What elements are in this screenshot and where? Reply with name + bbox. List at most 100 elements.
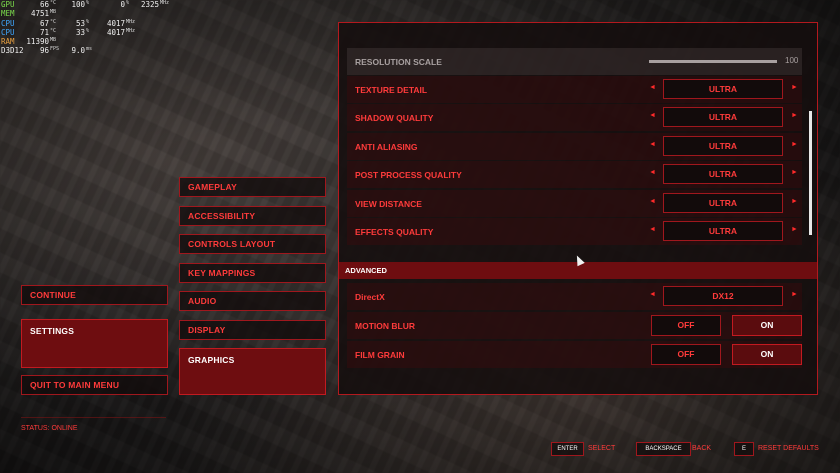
osd-u1: °C — [50, 0, 57, 6]
graphics-option-row: VIEW DISTANCE ◄ ULTRA ► — [347, 190, 802, 217]
option-label: EFFECTS QUALITY — [355, 227, 434, 237]
resolution-scale-slider[interactable] — [649, 60, 777, 63]
arrow-left-icon[interactable]: ◄ — [649, 112, 656, 119]
graphics-option-row: ANTI ALIASING ◄ ULTRA ► — [347, 133, 802, 160]
category-label: GAMEPLAY — [188, 182, 237, 192]
option-label: ANTI ALIASING — [355, 142, 418, 152]
motion-blur-on-button[interactable]: ON — [732, 315, 802, 336]
motion-blur-label: MOTION BLUR — [355, 321, 415, 331]
osd-v1: 67 — [39, 18, 49, 28]
directx-row: DirectX ◄ DX12 ► — [347, 283, 802, 310]
osd-v1: 11390 — [26, 37, 49, 47]
option-value[interactable]: ULTRA — [663, 221, 783, 241]
quit-to-main-menu-button[interactable]: QUIT TO MAIN MENU — [21, 375, 168, 395]
osd-v3: 4017 — [106, 27, 125, 37]
arrow-left-icon[interactable]: ◄ — [649, 291, 656, 298]
category-label: AUDIO — [188, 296, 217, 306]
resolution-scale-row: RESOLUTION SCALE 100 — [347, 48, 802, 75]
osd-v1: 96 — [39, 46, 49, 56]
option-label: VIEW DISTANCE — [355, 199, 422, 209]
osd-label: D3D12 — [1, 46, 24, 56]
osd-u1: MB — [50, 9, 57, 16]
category-label: GRAPHICS — [188, 355, 235, 365]
osd-label: CPU — [1, 27, 15, 37]
settings-label: SETTINGS — [30, 326, 75, 336]
category-label: CONTROLS LAYOUT — [188, 239, 276, 249]
osd-v1: 4751 — [30, 9, 49, 19]
advanced-label: ADVANCED — [345, 266, 387, 275]
option-label: TEXTURE DETAIL — [355, 85, 428, 95]
category-accessibility[interactable]: ACCESSIBILITY — [179, 206, 326, 226]
arrow-right-icon[interactable]: ► — [791, 226, 798, 233]
osd-v2: 53 — [75, 18, 85, 28]
backspace-key-icon: BACKSPACE — [636, 442, 691, 456]
graphics-settings-panel: RESOLUTION SCALE 100 TEXTURE DETAIL ◄ ULTR… — [338, 22, 818, 395]
option-value[interactable]: ULTRA — [663, 107, 783, 127]
arrow-left-icon[interactable]: ◄ — [649, 198, 656, 205]
option-value[interactable]: ULTRA — [663, 79, 783, 99]
arrow-right-icon[interactable]: ► — [791, 84, 798, 91]
osd-row: D3D12 96 FPS 9.0 ms — [1, 46, 171, 55]
osd-u3: MHz — [126, 18, 136, 25]
osd-row: CPU 71 °C 33% 4017 MHz — [1, 28, 171, 37]
osd-label: MEM — [1, 9, 15, 19]
category-display[interactable]: DISPLAY — [179, 320, 326, 340]
osd-v2: 33 — [75, 27, 85, 37]
osd-u1: °C — [50, 18, 57, 25]
arrow-left-icon[interactable]: ◄ — [649, 84, 656, 91]
graphics-option-row: POST PROCESS QUALITY ◄ ULTRA ► — [347, 161, 802, 188]
e-key-icon: E — [734, 442, 754, 456]
category-gameplay[interactable]: GAMEPLAY — [179, 177, 326, 197]
osd-v1: 66 — [39, 0, 49, 9]
settings-button[interactable]: SETTINGS — [21, 319, 168, 368]
osd-u4: MHz — [160, 0, 170, 6]
category-key-mappings[interactable]: KEY MAPPINGS — [179, 263, 326, 283]
motion-blur-row: MOTION BLUR OFF ON — [347, 312, 802, 339]
category-label: ACCESSIBILITY — [188, 211, 256, 221]
osd-v2: 100 — [71, 0, 85, 9]
option-value[interactable]: ULTRA — [663, 136, 783, 156]
scrollbar[interactable] — [809, 111, 812, 235]
category-graphics[interactable]: GRAPHICS — [179, 348, 326, 395]
arrow-left-icon[interactable]: ◄ — [649, 141, 656, 148]
back-prompt[interactable]: BACK — [692, 445, 711, 452]
graphics-option-row: SHADOW QUALITY ◄ ULTRA ► — [347, 104, 802, 131]
film-grain-label: FILM GRAIN — [355, 350, 405, 360]
osd-v3: 4017 — [106, 18, 125, 28]
continue-label: CONTINUE — [30, 290, 76, 300]
arrow-left-icon[interactable]: ◄ — [649, 169, 656, 176]
arrow-right-icon[interactable]: ► — [791, 198, 798, 205]
option-value[interactable]: ULTRA — [663, 193, 783, 213]
reset-defaults-prompt[interactable]: RESET DEFAULTS — [758, 445, 819, 452]
select-prompt[interactable]: SELECT — [588, 445, 615, 452]
arrow-left-icon[interactable]: ◄ — [649, 226, 656, 233]
osd-label: RAM — [1, 37, 15, 47]
option-label: SHADOW QUALITY — [355, 113, 434, 123]
osd-v3: 0 — [120, 0, 125, 9]
resolution-scale-value: 100 — [785, 56, 799, 65]
directx-label: DirectX — [355, 292, 385, 302]
film-grain-on-button[interactable]: ON — [732, 344, 802, 365]
divider — [21, 417, 166, 418]
arrow-right-icon[interactable]: ► — [791, 291, 798, 298]
motion-blur-off-button[interactable]: OFF — [651, 315, 721, 336]
status-text: STATUS: ONLINE — [21, 425, 78, 432]
film-grain-off-button[interactable]: OFF — [651, 344, 721, 365]
graphics-option-row: EFFECTS QUALITY ◄ ULTRA ► — [347, 218, 802, 245]
osd-u3: % — [126, 0, 130, 6]
category-audio[interactable]: AUDIO — [179, 291, 326, 311]
enter-key-icon: ENTER — [551, 442, 584, 456]
arrow-right-icon[interactable]: ► — [791, 112, 798, 119]
arrow-right-icon[interactable]: ► — [791, 141, 798, 148]
continue-button[interactable]: CONTINUE — [21, 285, 168, 305]
quit-label: QUIT TO MAIN MENU — [30, 380, 120, 390]
option-value[interactable]: ULTRA — [663, 164, 783, 184]
performance-overlay: GPU 66 °C 100% 0% 2325 MHz MEM 4751 MB CPU 67 °C 53% 4… — [1, 0, 171, 56]
category-controls-layout[interactable]: CONTROLS LAYOUT — [179, 234, 326, 254]
graphics-option-row: TEXTURE DETAIL ◄ ULTRA ► — [347, 76, 802, 103]
osd-u3: MHz — [126, 27, 136, 34]
resolution-scale-label: RESOLUTION SCALE — [355, 57, 442, 67]
arrow-right-icon[interactable]: ► — [791, 169, 798, 176]
directx-value[interactable]: DX12 — [663, 286, 783, 306]
film-grain-row: FILM GRAIN OFF ON — [347, 341, 802, 368]
